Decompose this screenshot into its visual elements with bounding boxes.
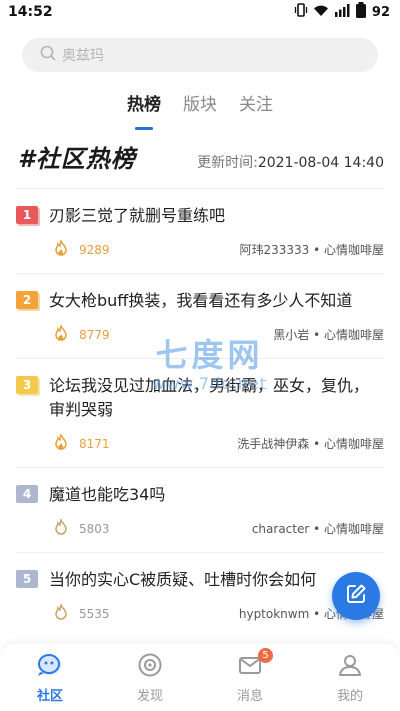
list-item[interactable]: 1 刃影三觉了就删号重练吧 9289 阿玮233333 • 心情咖啡屋 xyxy=(16,189,384,274)
update-time: 更新时间:2021-08-04 14:40 xyxy=(197,152,384,174)
rank-badge: 2 xyxy=(16,291,38,309)
heat-count: 9289 xyxy=(79,242,110,257)
heat-count: 8171 xyxy=(79,436,110,451)
rank-badge: 3 xyxy=(16,376,38,394)
flame-icon xyxy=(54,238,68,259)
battery-level: 92 xyxy=(371,4,390,20)
post-title[interactable]: 当你的实心C被质疑、吐槽时你会如何 xyxy=(49,568,316,592)
heat-count: 5535 xyxy=(79,606,110,621)
heat-indicator: 9289 xyxy=(54,238,110,259)
list-item[interactable]: 5 当你的实心C被质疑、吐槽时你会如何 5535 hyptoknwm • 心情咖… xyxy=(16,553,384,637)
heat-indicator: 8779 xyxy=(54,323,110,344)
post-list: 1 刃影三觉了就删号重练吧 9289 阿玮233333 • 心情咖啡屋 2 女大… xyxy=(0,189,400,637)
tab-boards[interactable]: 版块 xyxy=(183,90,217,130)
board-header: #社区热榜 更新时间:2021-08-04 14:40 xyxy=(0,142,400,174)
post-author[interactable]: character • 心情咖啡屋 xyxy=(252,520,384,537)
vibrate-icon xyxy=(294,3,308,21)
tab-hot[interactable]: 热榜 xyxy=(127,90,161,130)
search-input[interactable]: 奥兹玛 xyxy=(22,38,378,72)
signal-icon xyxy=(334,3,350,21)
nav-label: 消息 xyxy=(236,689,263,704)
flame-icon xyxy=(54,517,68,538)
post-author[interactable]: 阿玮233333 • 心情咖啡屋 xyxy=(239,241,384,258)
post-title[interactable]: 刃影三觉了就删号重练吧 xyxy=(49,204,225,228)
battery-icon xyxy=(355,2,367,22)
discover-icon xyxy=(137,652,163,682)
rank-badge: 5 xyxy=(16,570,38,588)
post-title[interactable]: 女大枪buff换装，我看看还有多少人不知道 xyxy=(49,289,352,313)
flame-icon xyxy=(54,323,68,344)
nav-label: 社区 xyxy=(36,689,63,704)
status-icons: 92 xyxy=(294,2,390,22)
rank-badge: 1 xyxy=(16,206,38,224)
heat-indicator: 5535 xyxy=(54,602,110,623)
nav-profile[interactable]: 我的 xyxy=(300,644,400,711)
heat-count: 5803 xyxy=(79,521,110,536)
nav-discover[interactable]: 发现 xyxy=(100,644,200,711)
bottom-nav: 社区 发现 5 消息 我的 xyxy=(0,644,400,711)
post-author[interactable]: 黑小岩 • 心情咖啡屋 xyxy=(273,326,384,343)
community-icon xyxy=(36,652,64,682)
search-placeholder: 奥兹玛 xyxy=(62,48,104,64)
flame-icon xyxy=(54,602,68,623)
heat-indicator: 5803 xyxy=(54,517,110,538)
status-time: 14:52 xyxy=(8,4,53,20)
unread-badge: 5 xyxy=(258,648,273,663)
nav-label: 发现 xyxy=(136,689,163,704)
list-item[interactable]: 4 魔道也能吃34吗 5803 character • 心情咖啡屋 xyxy=(16,468,384,553)
user-icon xyxy=(337,652,363,682)
edit-icon xyxy=(344,582,368,610)
nav-messages[interactable]: 5 消息 xyxy=(200,644,300,711)
list-item[interactable]: 2 女大枪buff换装，我看看还有多少人不知道 8779 黑小岩 • 心情咖啡屋 xyxy=(16,274,384,359)
rank-badge: 4 xyxy=(16,485,38,503)
tab-follow[interactable]: 关注 xyxy=(239,90,273,130)
tab-bar: 热榜 版块 关注 xyxy=(0,90,400,130)
status-bar: 14:52 92 xyxy=(0,0,400,24)
wifi-icon xyxy=(313,4,329,21)
nav-community[interactable]: 社区 xyxy=(0,644,100,711)
post-title[interactable]: 论坛我没见过加血法，男街霸，巫女，复仇，审判哭弱 xyxy=(49,374,384,422)
nav-label: 我的 xyxy=(336,689,363,704)
search-icon xyxy=(40,45,56,65)
post-author[interactable]: 洗手战神伊森 • 心情咖啡屋 xyxy=(237,435,384,452)
post-title[interactable]: 魔道也能吃34吗 xyxy=(49,483,165,507)
list-item[interactable]: 3 论坛我没见过加血法，男街霸，巫女，复仇，审判哭弱 8171 洗手战神伊森 •… xyxy=(16,359,384,468)
new-post-button[interactable] xyxy=(332,572,380,620)
heat-count: 8779 xyxy=(79,327,110,342)
flame-icon xyxy=(54,432,68,453)
heat-indicator: 8171 xyxy=(54,432,110,453)
update-time-value: 2021-08-04 14:40 xyxy=(257,155,384,171)
update-time-label: 更新时间: xyxy=(197,155,258,171)
page-title: #社区热榜 xyxy=(18,145,136,173)
